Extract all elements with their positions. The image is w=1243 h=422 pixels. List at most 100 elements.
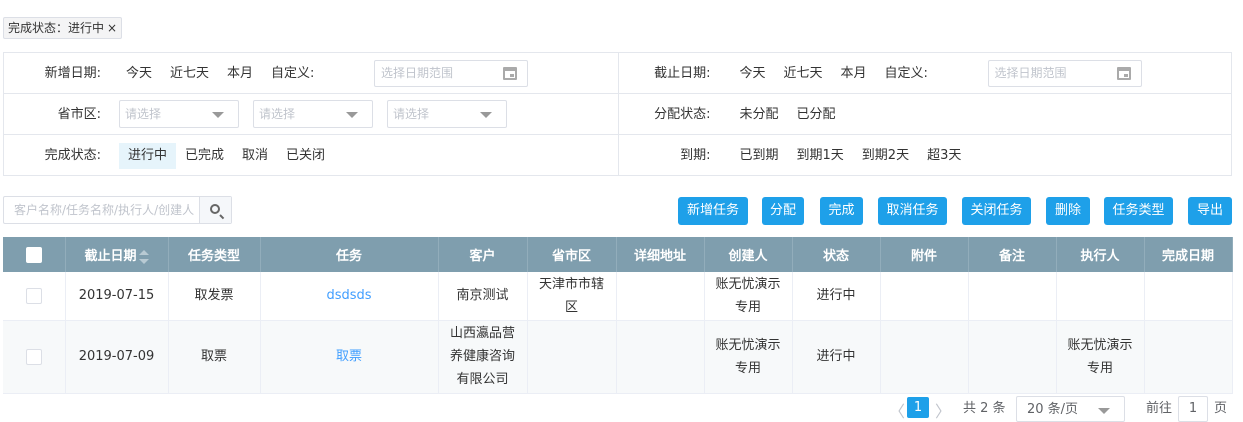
due-date-option-today[interactable]: 今天 (731, 61, 775, 87)
close-icon[interactable]: × (107, 18, 117, 38)
province-select-placeholder: 请选择 (125, 107, 162, 121)
chevron-down-icon (1098, 408, 1110, 414)
chevron-down-icon (346, 112, 358, 118)
page-size-value: 20 条/页 (1027, 402, 1079, 417)
row-checkbox[interactable] (25, 287, 42, 304)
total-count: 共 2 条 (963, 401, 1006, 416)
new-date-option-custom[interactable]: 自定义: (262, 61, 323, 87)
complete-button[interactable]: 完成 (820, 197, 863, 225)
cell-region: 天津市市辖区 (527, 272, 617, 321)
table-row[interactable]: 2019-07-15 取发票 dsdsds 南京测试 天津市市辖区 账无忧演示专… (3, 272, 1233, 321)
col-note: 备注 (968, 237, 1057, 272)
table-row[interactable]: 2019-07-09 取票 取票 山西瀛品营养健康咨询有限公司 账无忧演示专用 … (3, 320, 1233, 394)
calendar-icon (503, 67, 517, 80)
status-option-closed[interactable]: 已关闭 (277, 143, 334, 169)
col-address: 详细地址 (616, 237, 705, 272)
assign-status-label: 分配状态: (654, 107, 711, 122)
col-due-date[interactable]: 截止日期 (65, 237, 169, 272)
cell-task: 取票 (260, 320, 439, 394)
due-date-option-custom[interactable]: 自定义: (876, 61, 937, 87)
expire-option-2days[interactable]: 到期2天 (853, 143, 918, 169)
cell-executor: 账无忧演示专用 (1056, 320, 1145, 394)
cell-note (968, 272, 1057, 321)
page-unit-label: 页 (1214, 401, 1228, 416)
search-placeholder: 客户名称/任务名称/执行人/创建人 (14, 203, 195, 217)
assign-button[interactable]: 分配 (762, 197, 804, 225)
col-creator: 创建人 (704, 237, 793, 272)
col-done-date: 完成日期 (1144, 237, 1233, 272)
cell-due: 2019-07-15 (65, 272, 169, 321)
expire-label: 到期: (680, 148, 711, 163)
close-task-button[interactable]: 关闭任务 (962, 197, 1031, 225)
cell-task: dsdsds (260, 272, 439, 321)
cell-status: 进行中 (792, 320, 881, 394)
prev-page-icon[interactable]: 〈 (889, 398, 905, 422)
due-date-option-month[interactable]: 本月 (832, 61, 876, 87)
expire-option-over3days[interactable]: 超3天 (918, 143, 970, 169)
cell-address (616, 320, 705, 394)
assign-option-assigned[interactable]: 已分配 (788, 102, 845, 128)
city-select[interactable]: 请选择 (253, 100, 373, 128)
due-date-range-placeholder: 选择日期范围 (994, 66, 1067, 80)
cell-address (616, 272, 705, 321)
delete-button[interactable]: 删除 (1046, 197, 1090, 225)
goto-page-input[interactable]: 1 (1178, 396, 1208, 422)
chevron-down-icon (480, 112, 492, 118)
task-link[interactable]: 取票 (336, 349, 362, 364)
page-size-select[interactable]: 20 条/页 (1016, 396, 1125, 422)
cell-attachment (880, 320, 969, 394)
new-date-range-placeholder: 选择日期范围 (381, 66, 454, 80)
chevron-down-icon (212, 112, 224, 118)
col-task-type: 任务类型 (168, 237, 261, 272)
next-page-icon[interactable]: 〉 (935, 398, 951, 422)
filter-panel: 新增日期: 今天 近七天 本月 自定义: 选择日期范围 截止日期: 今天 近七天… (3, 52, 1232, 176)
cell-done (1144, 320, 1233, 394)
new-date-option-7days[interactable]: 近七天 (161, 61, 218, 87)
goto-label: 前往 (1146, 401, 1173, 416)
filter-row-region: 省市区: 请选择 请选择 请选择 分配状态: 未分配 已分配 (4, 94, 1231, 135)
page-number-current[interactable]: 1 (907, 397, 929, 418)
expire-option-1day[interactable]: 到期1天 (788, 143, 853, 169)
search-button[interactable] (199, 197, 231, 223)
assign-option-unassigned[interactable]: 未分配 (731, 102, 788, 128)
col-task: 任务 (260, 237, 439, 272)
sort-icon[interactable] (138, 249, 149, 264)
active-filter-tag: 完成状态：进行中 × (3, 17, 123, 39)
cell-done (1144, 272, 1233, 321)
city-select-placeholder: 请选择 (259, 107, 296, 121)
due-date-option-7days[interactable]: 近七天 (775, 61, 832, 87)
task-link[interactable]: dsdsds (326, 288, 371, 303)
new-date-range-input[interactable]: 选择日期范围 (374, 60, 528, 87)
col-region: 省市区 (527, 237, 617, 272)
cancel-task-button[interactable]: 取消任务 (878, 197, 947, 225)
search-input[interactable]: 客户名称/任务名称/执行人/创建人 (3, 196, 232, 224)
add-task-button[interactable]: 新增任务 (678, 197, 748, 225)
calendar-icon (1116, 67, 1131, 80)
province-select[interactable]: 请选择 (119, 100, 239, 128)
select-all-cell (3, 237, 66, 272)
status-option-completed[interactable]: 已完成 (176, 143, 233, 169)
task-table: 截止日期 任务类型 任务 客户 省市区 详细地址 创建人 状态 附件 备注 执行… (3, 237, 1233, 394)
district-select[interactable]: 请选择 (387, 100, 507, 128)
task-type-button[interactable]: 任务类型 (1104, 197, 1173, 225)
cell-creator: 账无忧演示专用 (704, 320, 793, 394)
new-date-option-today[interactable]: 今天 (117, 61, 161, 87)
cell-status: 进行中 (792, 272, 881, 321)
expire-option-expired[interactable]: 已到期 (731, 143, 788, 169)
status-option-in-progress[interactable]: 进行中 (119, 143, 177, 169)
due-date-range-input[interactable]: 选择日期范围 (987, 60, 1142, 87)
district-select-placeholder: 请选择 (393, 107, 430, 121)
select-all-checkbox[interactable] (25, 246, 42, 263)
cell-creator: 账无忧演示专用 (704, 272, 793, 321)
complete-status-label: 完成状态: (44, 148, 101, 163)
status-option-cancelled[interactable]: 取消 (233, 143, 277, 169)
col-customer: 客户 (438, 237, 528, 272)
new-date-option-month[interactable]: 本月 (218, 61, 262, 87)
due-date-label: 截止日期: (654, 66, 711, 81)
search-icon (210, 204, 220, 214)
export-button[interactable]: 导出 (1188, 197, 1232, 225)
filter-row-dates: 新增日期: 今天 近七天 本月 自定义: 选择日期范围 截止日期: 今天 近七天… (4, 53, 1231, 94)
row-checkbox[interactable] (25, 348, 42, 365)
cell-executor (1056, 272, 1145, 321)
cell-due: 2019-07-09 (65, 320, 169, 394)
